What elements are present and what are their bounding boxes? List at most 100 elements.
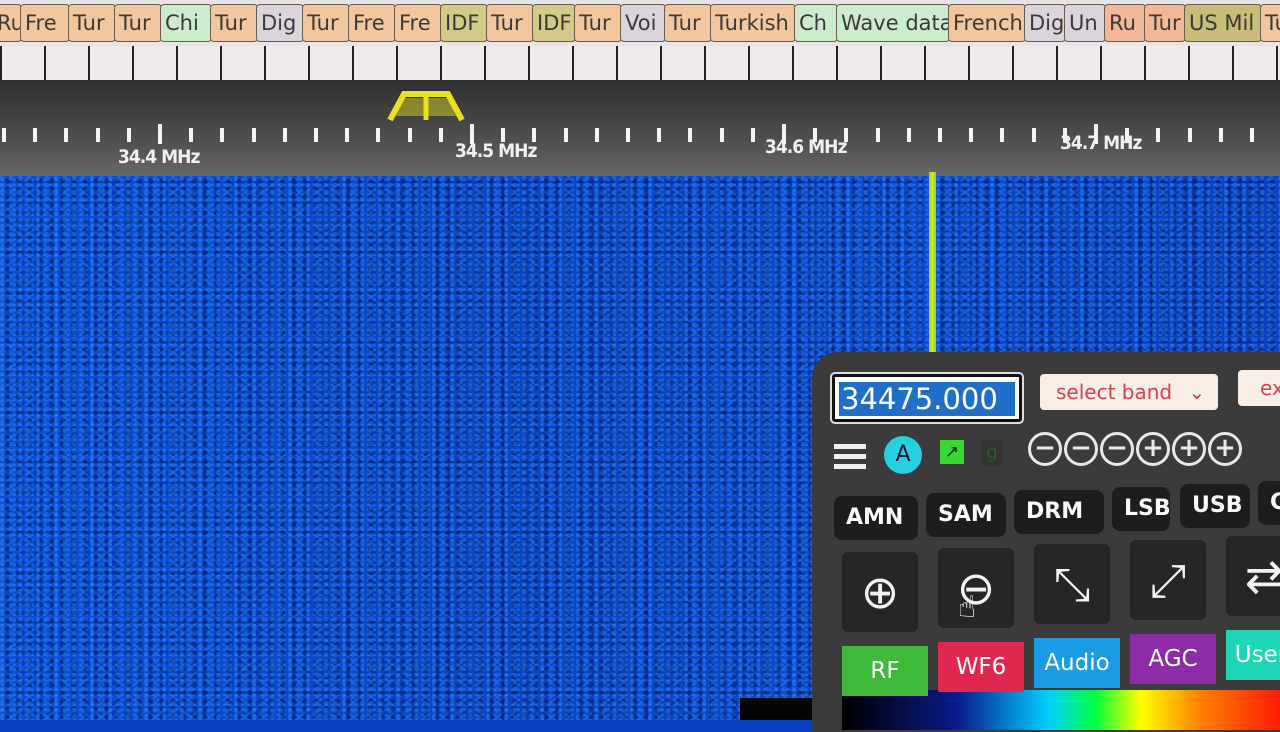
dx-label[interactable]: Dig (256, 4, 304, 42)
dx-label[interactable]: Turkish (710, 4, 796, 42)
step-down-button[interactable]: − (1100, 432, 1134, 466)
mode-button-usb[interactable]: USB (1180, 484, 1250, 528)
band-bar-cell (748, 46, 792, 80)
band-bar-cell (44, 46, 88, 80)
scale-tick (438, 128, 443, 142)
dx-label[interactable]: Fre (394, 4, 442, 42)
band-bar-cell (660, 46, 704, 80)
dx-label[interactable]: Tur (114, 4, 162, 42)
dx-label[interactable]: Ru (0, 4, 22, 42)
tab-agc[interactable]: AGC (1130, 634, 1216, 684)
band-select-label: select band (1056, 380, 1173, 404)
mode-button-drm[interactable]: DRM (1014, 490, 1104, 534)
tab-user[interactable]: User (1226, 630, 1280, 680)
scale-tick (189, 128, 194, 142)
extension-select[interactable]: ext (1238, 370, 1280, 406)
step-up-button[interactable]: + (1172, 432, 1206, 466)
step-up-button[interactable]: + (1208, 432, 1242, 466)
dx-label[interactable]: Voi (620, 4, 666, 42)
zoom-to-band-button[interactable]: ⤡ (1034, 544, 1110, 624)
dx-label[interactable]: Fre (20, 4, 70, 42)
carrier-signal-trace (929, 172, 936, 356)
band-bar-cell (1100, 46, 1144, 80)
step-down-button[interactable]: − (1064, 432, 1098, 466)
band-bar-cell (132, 46, 176, 80)
scale-tick (688, 128, 693, 142)
band-bar-cell (264, 46, 308, 80)
extension-select-label: ext (1260, 376, 1280, 400)
mode-button-amn[interactable]: AMN (834, 496, 918, 540)
dx-label[interactable]: Tur (1144, 4, 1186, 42)
dx-label[interactable]: Tur (302, 4, 350, 42)
passband-marker[interactable] (386, 88, 466, 124)
scale-tick (1187, 128, 1192, 142)
band-bar-cell (616, 46, 660, 80)
dx-label[interactable]: US Mil (1184, 4, 1262, 42)
step-down-button[interactable]: − (1028, 432, 1062, 466)
scale-tick (33, 128, 38, 142)
scale-tick (158, 124, 162, 144)
scale-tick (626, 128, 630, 142)
dx-label[interactable]: Dig (1024, 4, 1066, 42)
tab-wf6[interactable]: WF6 (938, 642, 1024, 692)
dx-label[interactable]: Ch (794, 4, 838, 42)
scale-tick (594, 128, 599, 142)
scale-tick (1000, 128, 1005, 142)
dx-label[interactable]: Turkish (1260, 4, 1280, 42)
dx-label[interactable]: IDF (532, 4, 576, 42)
dx-label[interactable]: French (948, 4, 1026, 42)
menu-icon[interactable] (834, 444, 866, 472)
dx-label[interactable]: IDF (440, 4, 488, 42)
dx-label[interactable]: Tur (68, 4, 116, 42)
scale-label: 34.6 MHz (765, 136, 847, 158)
dx-label[interactable]: Ru (1104, 4, 1146, 42)
scale-tick (2, 128, 6, 142)
frequency-input[interactable]: 34475.000 (830, 372, 1024, 424)
scale-tick (64, 128, 69, 142)
mode-button-c[interactable]: C (1258, 481, 1280, 525)
dx-label[interactable]: Tur (664, 4, 712, 42)
zoom-in-button[interactable]: ⊕ (842, 552, 918, 632)
band-bar-cell (484, 46, 528, 80)
frequency-value[interactable]: 34475.000 (839, 382, 1015, 416)
scale-tick (969, 128, 974, 142)
scale-label: 34.7 MHz (1060, 132, 1142, 154)
dx-label[interactable]: Tur (574, 4, 622, 42)
tab-audio[interactable]: Audio (1034, 638, 1120, 688)
band-bar-cell (1056, 46, 1100, 80)
band-bar-cell (176, 46, 220, 80)
pan-icon: ⇄ (1244, 549, 1280, 603)
dx-label[interactable]: Chi (160, 4, 212, 42)
dx-label[interactable]: Tur (486, 4, 534, 42)
external-link-icon[interactable]: ↗ (940, 440, 964, 464)
dx-label[interactable]: Fre (348, 4, 396, 42)
zoom-in-icon: ⊕ (860, 565, 900, 619)
band-bar-cell (396, 46, 440, 80)
band-bar-cell (352, 46, 396, 80)
band-bar-cell (220, 46, 264, 80)
frequency-scale[interactable]: 34.4 MHz 34.5 MHz 34.6 MHz 34.7 MHz (0, 80, 1280, 180)
a-button[interactable]: A (884, 436, 922, 474)
dx-label[interactable]: Un (1064, 4, 1106, 42)
scale-tick (220, 128, 225, 142)
dx-label[interactable]: Tur (210, 4, 258, 42)
scale-tick (251, 128, 256, 142)
g-button[interactable]: g (982, 440, 1002, 466)
pan-button[interactable]: ⇄ (1226, 536, 1280, 616)
step-up-button[interactable]: + (1136, 432, 1170, 466)
band-bar-cell (528, 46, 572, 80)
zoom-full-button[interactable]: ⤢ (1130, 540, 1206, 620)
band-bar-cell (880, 46, 924, 80)
zoom-full-icon: ⤢ (1149, 553, 1187, 607)
mode-button-lsb[interactable]: LSB (1112, 487, 1171, 531)
scale-tick (1031, 128, 1036, 142)
scale-tick (314, 128, 318, 142)
tab-rf[interactable]: RF (842, 646, 928, 696)
mode-button-sam[interactable]: SAM (926, 493, 1006, 537)
band-select[interactable]: select band ⌄ (1040, 374, 1218, 410)
band-bar-cell (704, 46, 748, 80)
band-bar-cell (88, 46, 132, 80)
band-bar-cell (1232, 46, 1276, 80)
control-panel: 34475.000 select band ⌄ ext A ↗ g −−−+++… (812, 352, 1280, 732)
dx-label[interactable]: Wave data (836, 4, 950, 42)
